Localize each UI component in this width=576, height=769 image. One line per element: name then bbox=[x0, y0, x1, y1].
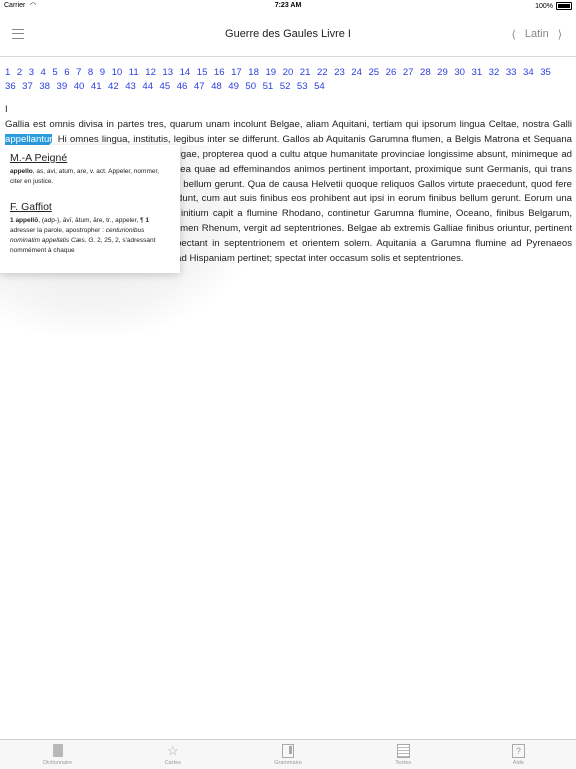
chapter-link[interactable]: 18 bbox=[248, 66, 259, 80]
tab-dictionnaire[interactable]: Dictionnaire bbox=[0, 740, 115, 769]
chapter-link[interactable]: 31 bbox=[472, 66, 483, 80]
chapter-link[interactable]: 8 bbox=[88, 66, 93, 80]
chapter-link[interactable]: 39 bbox=[57, 80, 68, 94]
chapter-link[interactable]: 40 bbox=[74, 80, 85, 94]
chapter-link[interactable]: 43 bbox=[125, 80, 136, 94]
battery-percent: 100% bbox=[535, 2, 553, 10]
chapter-link[interactable]: 26 bbox=[386, 66, 397, 80]
chapter-link[interactable]: 54 bbox=[314, 80, 325, 94]
chapter-number: I bbox=[5, 104, 8, 115]
chapter-link[interactable]: 9 bbox=[100, 66, 105, 80]
chapter-link[interactable]: 17 bbox=[231, 66, 242, 80]
chapter-link[interactable]: 27 bbox=[403, 66, 414, 80]
chapter-link[interactable]: 51 bbox=[263, 80, 274, 94]
chapter-link[interactable]: 38 bbox=[39, 80, 50, 94]
tab-label: Grammaire bbox=[274, 760, 302, 766]
dictionary-title-gaffiot[interactable]: F. Gaffiot bbox=[10, 201, 52, 213]
chapter-link[interactable]: 20 bbox=[283, 66, 294, 80]
status-bar: Carrier ◠ 7:23 AM 100% bbox=[0, 0, 576, 12]
prev-language-button[interactable]: ⟨ bbox=[512, 28, 516, 41]
chapter-link[interactable]: 49 bbox=[228, 80, 239, 94]
chapter-link[interactable]: 24 bbox=[351, 66, 362, 80]
tab-textes[interactable]: Textes bbox=[346, 740, 461, 769]
chapter-link[interactable]: 34 bbox=[523, 66, 534, 80]
chapter-link[interactable]: 37 bbox=[22, 80, 33, 94]
language-switcher: ⟨ Latin ⟩ bbox=[512, 28, 562, 41]
chapter-link[interactable]: 36 bbox=[5, 80, 16, 94]
chapter-link[interactable]: 44 bbox=[142, 80, 153, 94]
entry-body: adresser la parole, apostropher : bbox=[10, 227, 106, 234]
chapter-link[interactable]: 21 bbox=[300, 66, 311, 80]
clock: 7:23 AM bbox=[274, 2, 302, 9]
chapter-link[interactable]: 30 bbox=[454, 66, 465, 80]
chapter-link[interactable]: 53 bbox=[297, 80, 308, 94]
dictionary-entry-gaffiot: 1 appellō, (adp-), āvī, ātum, āre, tr., … bbox=[10, 216, 170, 256]
tab-label: Aide bbox=[512, 760, 524, 766]
chapter-link[interactable]: 6 bbox=[64, 66, 69, 80]
tab-aide[interactable]: ? Aide bbox=[461, 740, 576, 769]
chapter-link[interactable]: 33 bbox=[506, 66, 517, 80]
chapter-link[interactable]: 28 bbox=[420, 66, 431, 80]
battery-indicator: 100% bbox=[535, 2, 572, 10]
chapter-link[interactable]: 12 bbox=[145, 66, 156, 80]
next-language-button[interactable]: ⟩ bbox=[558, 28, 562, 41]
chapter-link[interactable]: 42 bbox=[108, 80, 119, 94]
entry-headword: appellō bbox=[15, 217, 39, 224]
tab-grammaire[interactable]: Grammaire bbox=[230, 740, 345, 769]
chapter-link[interactable]: 11 bbox=[129, 66, 139, 80]
chapter-link[interactable]: 1 bbox=[5, 66, 10, 80]
chapter-link[interactable]: 45 bbox=[160, 80, 171, 94]
chapter-link[interactable]: 2 bbox=[17, 66, 22, 80]
chapter-link[interactable]: 46 bbox=[177, 80, 188, 94]
selected-word[interactable]: appellantur bbox=[5, 133, 52, 145]
book-icon bbox=[52, 744, 63, 757]
chapter-link[interactable]: 14 bbox=[180, 66, 191, 80]
chapter-link[interactable]: 29 bbox=[437, 66, 448, 80]
chapter-link[interactable]: 10 bbox=[112, 66, 123, 80]
star-icon: ☆ bbox=[166, 743, 179, 758]
tab-label: Cartes bbox=[164, 760, 181, 766]
dictionary-popup: M.-A Peigné appello, as, avi, atum, are,… bbox=[0, 145, 180, 273]
chapter-link[interactable]: 23 bbox=[334, 66, 345, 80]
dictionary-entry-peigne: appello, as, avi, atum, are, v. act. App… bbox=[10, 167, 170, 187]
tab-cartes[interactable]: ☆ Cartes bbox=[115, 740, 230, 769]
chapter-link[interactable]: 52 bbox=[280, 80, 291, 94]
tab-bar: Dictionnaire ☆ Cartes Grammaire Textes ?… bbox=[0, 739, 576, 769]
entry-body: , (adp-), āvī, ātum, āre, tr., appeler, … bbox=[38, 217, 146, 224]
chapter-link[interactable]: 4 bbox=[41, 66, 46, 80]
battery-icon bbox=[556, 2, 572, 10]
text-before: Gallia est omnis divisa in partes tres, … bbox=[5, 118, 572, 130]
chapter-index: 1 2 3 4 5 6 7 8 9 10 11 12 13 14 15 16 17 18 19 20 21 22 23 24 2… bbox=[5, 66, 565, 93]
tab-label: Dictionnaire bbox=[43, 760, 73, 766]
chapter-link[interactable]: 41 bbox=[91, 80, 102, 94]
entry-headword: appello bbox=[10, 168, 33, 175]
dictionary-title-peigne[interactable]: M.-A Peigné bbox=[10, 152, 67, 164]
chapter-link[interactable]: 5 bbox=[52, 66, 57, 80]
chapter-link[interactable]: 19 bbox=[265, 66, 276, 80]
entry-sense-number: 1 bbox=[145, 217, 150, 224]
chapter-link[interactable]: 7 bbox=[76, 66, 81, 80]
chapter-link[interactable]: 15 bbox=[197, 66, 208, 80]
chapter-link[interactable]: 32 bbox=[489, 66, 500, 80]
nav-bar: Guerre des Gaules Livre I ⟨ Latin ⟩ bbox=[0, 14, 576, 57]
page-title: Guerre des Gaules Livre I bbox=[225, 28, 351, 40]
chapter-link[interactable]: 50 bbox=[245, 80, 256, 94]
help-icon: ? bbox=[511, 743, 525, 758]
chapter-link[interactable]: 16 bbox=[214, 66, 225, 80]
chapter-link[interactable]: 13 bbox=[162, 66, 173, 80]
chapter-link[interactable]: 48 bbox=[211, 80, 222, 94]
language-label[interactable]: Latin bbox=[525, 28, 549, 41]
chapter-link[interactable]: 35 bbox=[540, 66, 551, 80]
grammar-icon bbox=[282, 743, 294, 758]
text-icon bbox=[396, 743, 410, 758]
chapter-link[interactable]: 25 bbox=[368, 66, 379, 80]
entry-body: , as, avi, atum, are, v. act. Appeler, n… bbox=[10, 168, 160, 185]
chapter-link[interactable]: 22 bbox=[317, 66, 328, 80]
chapter-link[interactable]: 3 bbox=[29, 66, 34, 80]
chapter-link[interactable]: 47 bbox=[194, 80, 205, 94]
entry-number: 1 bbox=[10, 217, 14, 224]
tab-label: Textes bbox=[395, 760, 412, 766]
